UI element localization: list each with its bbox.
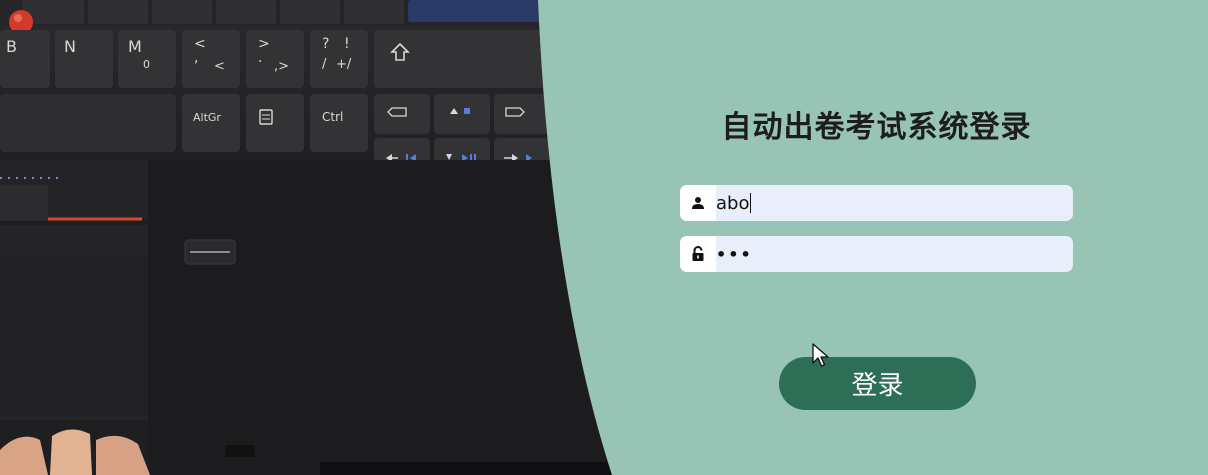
login-form: 自动出卷考试系统登录 abo ••• 登录 (0, 0, 1208, 475)
login-page: B N M 0 < , < > . ,> ? ! / +/ AltGr Ctrl (0, 0, 1208, 475)
username-input[interactable]: abo (716, 185, 1073, 221)
user-icon (680, 185, 716, 221)
username-field[interactable]: abo (680, 185, 1073, 221)
mouse-cursor-icon (812, 343, 830, 373)
text-caret (750, 193, 752, 213)
page-title: 自动出卷考试系统登录 (721, 110, 1032, 145)
username-value: abo (716, 192, 750, 214)
password-input[interactable]: ••• (716, 236, 1073, 272)
lock-icon (680, 236, 716, 272)
login-button[interactable]: 登录 (779, 357, 976, 410)
password-field[interactable]: ••• (680, 236, 1073, 272)
